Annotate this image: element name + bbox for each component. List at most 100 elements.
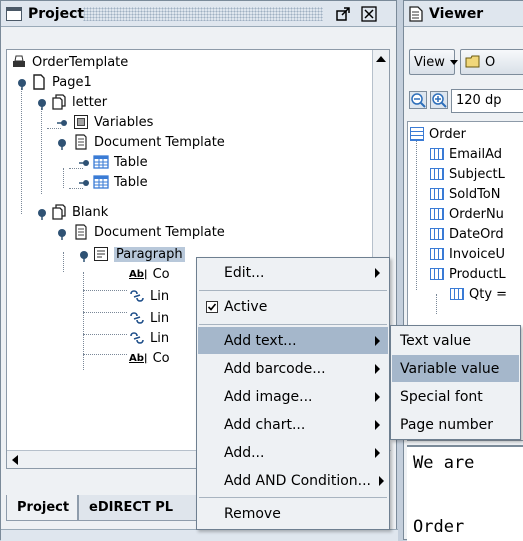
submenu-item-text-value[interactable]: Text value <box>392 327 519 354</box>
zoom-in-icon[interactable] <box>430 91 448 109</box>
menu-item-add-text[interactable]: Add text... <box>198 327 388 354</box>
viewer-tree-node[interactable]: SubjectL <box>430 164 505 184</box>
tree-node-child-4[interactable]: Lin <box>129 328 169 348</box>
menu-item-add-chart[interactable]: Add chart... <box>198 411 388 438</box>
view-label: View <box>414 54 445 70</box>
tree-node-child-3[interactable]: Lin <box>129 308 169 328</box>
scroll-up-icon[interactable] <box>376 55 386 63</box>
tree-label-letter: letter <box>72 94 108 110</box>
zoom-out-icon[interactable] <box>409 91 427 109</box>
printer-icon <box>13 55 25 67</box>
expand-handle-icon[interactable] <box>35 96 49 110</box>
tree-node-variables[interactable]: Variables <box>73 112 153 132</box>
viewer-tree-node[interactable]: Order <box>410 124 466 144</box>
tab-edirect[interactable]: eDIRECT PL <box>78 495 198 521</box>
pages-icon <box>52 204 66 220</box>
submenu-item-page-number[interactable]: Page number <box>392 411 519 438</box>
tree-node-child-1[interactable]: Ab| Co <box>129 264 170 284</box>
expand-handle-icon[interactable] <box>15 76 29 90</box>
expand-handle-icon[interactable] <box>77 248 91 262</box>
tree-node-letter[interactable]: letter <box>51 92 107 112</box>
menu-separator <box>199 324 387 325</box>
tree-label-child: Lin <box>150 288 170 304</box>
submenu-arrow-icon <box>375 336 380 346</box>
menu-item-add-barcode[interactable]: Add barcode... <box>198 355 388 382</box>
project-title: Project <box>28 5 85 22</box>
link-icon <box>130 290 144 302</box>
expand-handle-icon[interactable] <box>55 136 69 150</box>
submenu-arrow-icon <box>375 364 380 374</box>
tree-node-child-2[interactable]: Lin <box>129 286 169 306</box>
viewer-tree-node[interactable]: DateOrd <box>430 224 504 244</box>
viewer-tree-node[interactable]: ProductL <box>430 264 506 284</box>
tree-node-page1[interactable]: Page1 <box>31 72 92 92</box>
viewer-tree-node[interactable]: InvoiceU <box>430 244 505 264</box>
tree-label-table: Table <box>114 154 148 170</box>
window-icon <box>6 6 22 21</box>
tree-label-blank: Blank <box>72 204 109 220</box>
tab-project[interactable]: Project <box>6 495 78 521</box>
field-icon <box>430 248 444 260</box>
menu-item-add-and-condition[interactable]: Add AND Condition... <box>198 467 388 494</box>
zoom-field[interactable]: 120 dp <box>451 89 523 113</box>
table-icon <box>93 175 109 189</box>
viewer-tree-node[interactable]: SoldToN <box>430 184 500 204</box>
tree-label-child: Co <box>152 350 170 366</box>
zoom-value: 120 dp <box>456 93 502 108</box>
undock-icon[interactable] <box>335 6 351 22</box>
submenu-arrow-icon <box>379 476 384 486</box>
tree-node-document-template-2[interactable]: Document Template <box>73 222 225 242</box>
tree-node-table-2[interactable]: Table <box>93 172 148 192</box>
menu-separator <box>199 497 387 498</box>
submenu-arrow-icon <box>375 448 380 458</box>
tree-node-document-template-1[interactable]: Document Template <box>73 132 225 152</box>
viewer-titlebar[interactable]: Viewer <box>404 1 523 27</box>
viewer-tree-node[interactable]: Qty = <box>450 284 507 304</box>
menu-item-add[interactable]: Add... <box>198 439 388 466</box>
tree-node-paragraph[interactable]: Paragraph <box>93 244 185 264</box>
submenu-item-special-font[interactable]: Special font <box>392 383 519 410</box>
tree-label-ordertemplate: OrderTemplate <box>32 54 129 70</box>
collapsed-handle-icon[interactable] <box>55 116 69 130</box>
tree-node-ordertemplate[interactable]: OrderTemplate <box>11 52 128 72</box>
menu-item-edit[interactable]: Edit... <box>198 259 388 286</box>
viewer-tree-node[interactable]: OrderNu <box>430 204 504 224</box>
tree-label-page1: Page1 <box>52 74 92 90</box>
menu-item-add-image[interactable]: Add image... <box>198 383 388 410</box>
view-dropdown[interactable]: View <box>409 49 458 75</box>
menu-item-remove[interactable]: Remove <box>198 500 388 527</box>
document-icon <box>75 134 87 150</box>
preview-area: We are Order <box>407 445 523 541</box>
viewer-icon <box>409 5 423 22</box>
field-icon <box>430 228 444 240</box>
tree-node-child-5[interactable]: Ab| Co <box>129 348 170 368</box>
text-element-icon: Ab| <box>129 268 148 280</box>
field-icon <box>450 288 464 300</box>
submenu-item-variable-value[interactable]: Variable value <box>392 355 519 382</box>
submenu-arrow-icon <box>375 268 380 278</box>
tree-label-variables: Variables <box>94 114 154 130</box>
scroll-left-icon[interactable] <box>11 455 19 465</box>
open-label: O <box>485 54 496 70</box>
viewer-title: Viewer <box>429 5 484 22</box>
menu-separator <box>199 290 387 291</box>
tree-label-child: Lin <box>150 330 170 346</box>
menu-item-active[interactable]: Active <box>198 293 388 320</box>
variables-icon <box>74 115 88 129</box>
viewer-panel: Viewer View O 120 dp Order EmailAd Subje… <box>403 0 523 541</box>
expand-handle-icon[interactable] <box>35 206 49 220</box>
tree-label-table: Table <box>114 174 148 190</box>
page-icon <box>33 74 45 90</box>
tree-node-table-1[interactable]: Table <box>93 152 148 172</box>
collapsed-handle-icon[interactable] <box>77 176 91 190</box>
text-element-icon: Ab| <box>129 352 148 364</box>
table-icon <box>93 155 109 169</box>
tree-node-blank[interactable]: Blank <box>51 202 108 222</box>
link-icon <box>130 312 144 324</box>
open-button[interactable]: O <box>460 49 523 75</box>
expand-handle-icon[interactable] <box>55 226 69 240</box>
paragraph-icon <box>94 247 108 261</box>
close-icon[interactable] <box>361 6 377 22</box>
collapsed-handle-icon[interactable] <box>77 156 91 170</box>
viewer-tree-node[interactable]: EmailAd <box>430 144 502 164</box>
